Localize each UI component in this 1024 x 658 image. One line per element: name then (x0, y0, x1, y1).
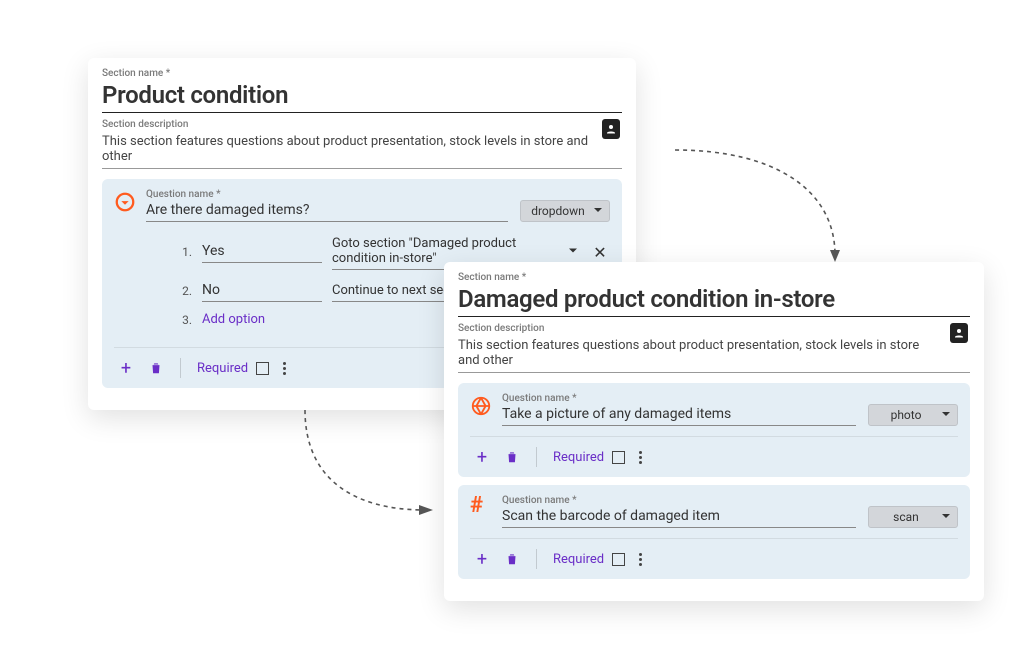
required-label: Required (553, 450, 604, 465)
connector-arrow-icon (285, 400, 455, 530)
option-number: 3. (178, 313, 192, 327)
question-name-input[interactable]: Scan the barcode of damaged item (502, 506, 856, 528)
required-label: Required (553, 552, 604, 567)
question-name-label: Question name * (502, 495, 958, 506)
contact-icon[interactable] (950, 323, 968, 343)
question-type-value: scan (893, 510, 919, 524)
add-question-button[interactable]: + (470, 547, 494, 571)
required-checkbox[interactable] (612, 451, 625, 464)
section-name-label: Section name * (102, 68, 622, 79)
question-type-select[interactable]: photo (868, 404, 958, 426)
add-option-button[interactable]: Add option (202, 312, 265, 327)
option-label-input[interactable]: Yes (202, 241, 322, 263)
add-question-button[interactable]: + (114, 356, 138, 380)
section-name-label: Section name * (458, 272, 970, 283)
dropdown-type-icon (114, 191, 136, 217)
section-description-label: Section description (458, 323, 970, 334)
question-card: # Question name * Scan the barcode of da… (458, 485, 970, 579)
add-question-button[interactable]: + (470, 445, 494, 469)
option-number: 1. (178, 245, 192, 259)
more-options-button[interactable] (639, 553, 642, 566)
required-label: Required (197, 361, 248, 376)
section-name-input[interactable]: Product condition (102, 79, 622, 113)
caret-down-icon (941, 408, 951, 422)
caret-down-icon (941, 510, 951, 524)
question-type-value: photo (891, 408, 922, 422)
question-name-input[interactable]: Are there damaged items? (146, 200, 508, 222)
required-checkbox[interactable] (256, 362, 269, 375)
option-label-input[interactable]: No (202, 280, 322, 302)
divider (180, 358, 181, 378)
connector-arrow-icon (665, 140, 865, 270)
question-type-select[interactable]: scan (868, 506, 958, 528)
section-description-input[interactable]: This section features questions about pr… (102, 130, 622, 169)
question-type-value: dropdown (531, 204, 585, 218)
delete-question-button[interactable] (144, 356, 168, 380)
more-options-button[interactable] (283, 362, 286, 375)
section-panel-damaged-product: Section name * Damaged product condition… (444, 262, 984, 601)
divider (536, 549, 537, 569)
photo-type-icon (470, 395, 492, 421)
question-type-select[interactable]: dropdown (520, 200, 610, 222)
delete-question-button[interactable] (500, 445, 524, 469)
caret-down-icon (568, 244, 578, 259)
section-description-input[interactable]: This section features questions about pr… (458, 334, 970, 373)
remove-option-button[interactable]: ✕ (590, 243, 610, 262)
option-number: 2. (178, 284, 192, 298)
scan-type-icon: # (470, 497, 492, 515)
delete-question-button[interactable] (500, 547, 524, 571)
question-name-label: Question name * (502, 393, 958, 404)
section-name-input[interactable]: Damaged product condition in-store (458, 283, 970, 317)
contact-icon[interactable] (602, 119, 620, 139)
question-name-label: Question name * (146, 189, 610, 200)
question-toolbar: + Required (470, 538, 958, 571)
question-toolbar: + Required (470, 436, 958, 469)
more-options-button[interactable] (639, 451, 642, 464)
section-description-label: Section description (102, 119, 622, 130)
required-checkbox[interactable] (612, 553, 625, 566)
divider (536, 447, 537, 467)
question-card: Question name * Take a picture of any da… (458, 383, 970, 477)
caret-down-icon (593, 204, 603, 218)
question-name-input[interactable]: Take a picture of any damaged items (502, 404, 856, 426)
